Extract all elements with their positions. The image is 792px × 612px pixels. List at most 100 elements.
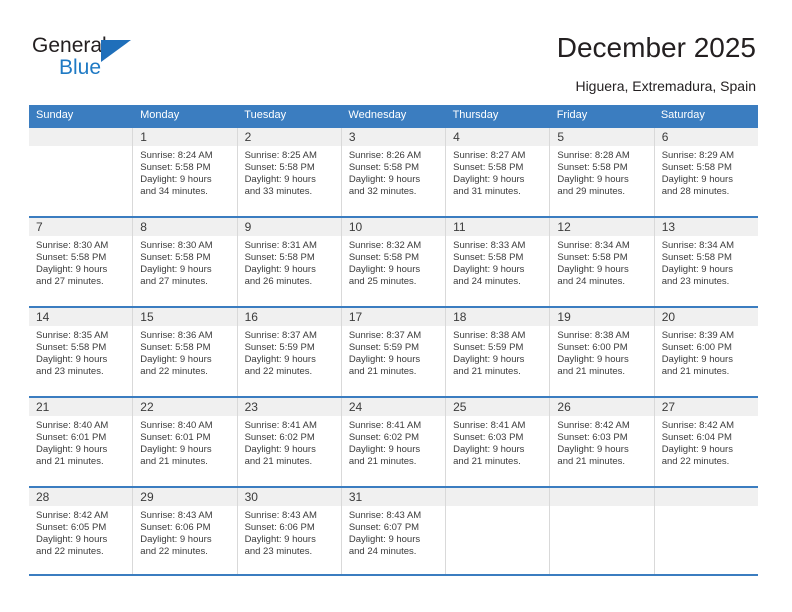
- day-info-line: Daylight: 9 hours: [453, 174, 525, 186]
- calendar-day-cell[interactable]: 1 Sunrise: 8:24 AM Sunset: 5:58 PM Daylight…: [133, 128, 238, 216]
- day-info-line: and 27 minutes.: [140, 276, 208, 288]
- calendar-day-cell[interactable]: 31 Sunrise: 8:43 AM Sunset: 6:07 PM Dayligh…: [341, 488, 447, 574]
- calendar-day-cell[interactable]: 28 Sunrise: 8:42 AM Sunset: 6:05 PM Dayligh…: [29, 488, 134, 574]
- day-number: 21: [29, 398, 133, 416]
- calendar-day-cell[interactable]: 20 Sunrise: 8:39 AM Sunset: 6:00 PM Dayligh…: [654, 308, 758, 396]
- calendar-day-cell[interactable]: 17 Sunrise: 8:37 AM Sunset: 5:59 PM Dayligh…: [341, 308, 447, 396]
- day-info-line: Sunset: 5:58 PM: [140, 162, 211, 174]
- day-number: 15: [133, 308, 237, 326]
- day-info-line: Sunrise: 8:40 AM: [36, 420, 109, 431]
- day-number: 22: [133, 398, 237, 416]
- day-sun-info: Sunrise: 8:37 AM Sunset: 5:59 PM Daylight:…: [342, 326, 445, 378]
- day-number: 16: [237, 308, 341, 326]
- day-info-line: Sunset: 6:03 PM: [557, 432, 628, 444]
- day-info-line: and 21 minutes.: [348, 456, 417, 468]
- day-info-line: and 22 minutes.: [140, 546, 208, 558]
- day-info-line: Sunrise: 8:43 AM: [140, 510, 213, 521]
- calendar-day-cell[interactable]: 10 Sunrise: 8:32 AM Sunset: 5:58 PM Dayligh…: [341, 218, 447, 306]
- day-number: 14: [29, 308, 133, 326]
- day-number: 11: [446, 218, 550, 236]
- calendar-day-cell[interactable]: 26 Sunrise: 8:42 AM Sunset: 6:03 PM Dayligh…: [550, 398, 655, 486]
- day-info-line: Daylight: 9 hours: [453, 264, 525, 276]
- day-info-line: Daylight: 9 hours: [140, 174, 212, 186]
- page-header: General Blue December 2025 Higuera, Extr…: [0, 0, 792, 104]
- day-info-line: Sunset: 5:58 PM: [140, 342, 211, 354]
- calendar-day-cell[interactable]: 29 Sunrise: 8:43 AM Sunset: 6:06 PM Dayligh…: [133, 488, 238, 574]
- calendar-day-cell[interactable]: 16 Sunrise: 8:37 AM Sunset: 5:59 PM Dayligh…: [237, 308, 342, 396]
- day-number: 5: [550, 128, 654, 146]
- day-info-line: Sunset: 6:05 PM: [36, 522, 107, 534]
- calendar-day-cell[interactable]: 2 Sunrise: 8:25 AM Sunset: 5:58 PM Daylight…: [237, 128, 342, 216]
- day-sun-info: Sunrise: 8:26 AM Sunset: 5:58 PM Daylight:…: [342, 146, 445, 198]
- brand-logo[interactable]: General Blue: [32, 33, 222, 91]
- day-info-line: Sunset: 5:58 PM: [557, 162, 628, 174]
- calendar-day-cell[interactable]: 7 Sunrise: 8:30 AM Sunset: 5:58 PM Daylight…: [29, 218, 134, 306]
- day-info-line: Daylight: 9 hours: [140, 354, 212, 366]
- weekday-header-tuesday: Tuesday: [244, 109, 287, 121]
- calendar-day-cell[interactable]: 25 Sunrise: 8:41 AM Sunset: 6:03 PM Dayligh…: [446, 398, 551, 486]
- day-number: 10: [341, 218, 446, 236]
- day-info-line: Sunrise: 8:33 AM: [453, 240, 526, 251]
- calendar-day-cell[interactable]: 5 Sunrise: 8:28 AM Sunset: 5:58 PM Daylight…: [550, 128, 655, 216]
- day-info-line: Sunset: 5:58 PM: [348, 252, 420, 264]
- day-info-line: Sunrise: 8:38 AM: [557, 330, 630, 341]
- day-sun-info: Sunrise: 8:32 AM Sunset: 5:58 PM Daylight:…: [342, 236, 445, 288]
- day-sun-info: Sunrise: 8:41 AM Sunset: 6:03 PM Daylight:…: [446, 416, 549, 468]
- day-info-line: Daylight: 9 hours: [36, 444, 108, 456]
- calendar-day-cell[interactable]: 15 Sunrise: 8:36 AM Sunset: 5:58 PM Dayligh…: [133, 308, 238, 396]
- day-sun-info: Sunrise: 8:27 AM Sunset: 5:58 PM Daylight:…: [446, 146, 549, 198]
- calendar-day-cell[interactable]: 8 Sunrise: 8:30 AM Sunset: 5:58 PM Daylight…: [133, 218, 238, 306]
- day-number: 19: [550, 308, 654, 326]
- calendar-day-cell[interactable]: 13 Sunrise: 8:34 AM Sunset: 5:58 PM Dayligh…: [654, 218, 758, 306]
- day-info-line: and 21 minutes.: [453, 366, 521, 378]
- day-info-line: Sunset: 6:00 PM: [557, 342, 628, 354]
- day-sun-info: Sunrise: 8:39 AM Sunset: 6:00 PM Daylight:…: [655, 326, 758, 378]
- calendar-day-cell[interactable]: 6 Sunrise: 8:29 AM Sunset: 5:58 PM Daylight…: [654, 128, 758, 216]
- day-info-line: Sunrise: 8:37 AM: [244, 330, 317, 341]
- day-info-line: Sunrise: 8:37 AM: [348, 330, 422, 341]
- day-info-line: Sunset: 6:01 PM: [140, 432, 211, 444]
- calendar-day-cell-empty: [446, 488, 551, 574]
- day-info-line: Daylight: 9 hours: [661, 174, 733, 186]
- calendar-day-cell[interactable]: 9 Sunrise: 8:31 AM Sunset: 5:58 PM Daylight…: [237, 218, 342, 306]
- calendar-day-cell[interactable]: 30 Sunrise: 8:43 AM Sunset: 6:06 PM Dayligh…: [237, 488, 342, 574]
- day-info-line: and 21 minutes.: [557, 456, 626, 468]
- day-sun-info: Sunrise: 8:38 AM Sunset: 6:00 PM Daylight:…: [550, 326, 653, 378]
- day-info-line: Sunrise: 8:34 AM: [557, 240, 630, 251]
- day-info-line: Sunrise: 8:26 AM: [348, 150, 422, 161]
- day-info-line: Sunset: 5:59 PM: [348, 342, 420, 354]
- calendar-day-cell[interactable]: 18 Sunrise: 8:38 AM Sunset: 5:59 PM Dayligh…: [446, 308, 551, 396]
- calendar-day-cell[interactable]: 23 Sunrise: 8:41 AM Sunset: 6:02 PM Dayligh…: [237, 398, 342, 486]
- day-number: 17: [341, 308, 446, 326]
- day-info-line: Daylight: 9 hours: [557, 354, 629, 366]
- day-info-line: and 24 minutes.: [348, 546, 417, 558]
- weekday-header-friday: Friday: [556, 109, 588, 121]
- day-info-line: and 22 minutes.: [244, 366, 313, 378]
- day-info-line: and 29 minutes.: [557, 186, 626, 198]
- day-sun-info: Sunrise: 8:40 AM Sunset: 6:01 PM Daylight:…: [133, 416, 236, 468]
- calendar-day-cell[interactable]: 19 Sunrise: 8:38 AM Sunset: 6:00 PM Dayligh…: [550, 308, 655, 396]
- day-info-line: Daylight: 9 hours: [348, 354, 421, 366]
- calendar-week-row: 21 Sunrise: 8:40 AM Sunset: 6:01 PM Dayligh…: [29, 396, 758, 486]
- weekday-header-wednesday: Wednesday: [348, 109, 407, 121]
- day-info-line: Sunset: 5:58 PM: [244, 252, 315, 264]
- day-info-line: Daylight: 9 hours: [244, 174, 316, 186]
- calendar-day-cell[interactable]: 4 Sunrise: 8:27 AM Sunset: 5:58 PM Daylight…: [446, 128, 551, 216]
- calendar-day-cell-empty: [29, 128, 134, 216]
- calendar-day-cell[interactable]: 3 Sunrise: 8:26 AM Sunset: 5:58 PM Daylight…: [341, 128, 447, 216]
- day-info-line: and 31 minutes.: [453, 186, 521, 198]
- day-info-line: Sunset: 6:00 PM: [661, 342, 732, 354]
- calendar-day-cell[interactable]: 24 Sunrise: 8:41 AM Sunset: 6:02 PM Dayligh…: [341, 398, 447, 486]
- calendar-day-cell[interactable]: 21 Sunrise: 8:40 AM Sunset: 6:01 PM Dayligh…: [29, 398, 134, 486]
- calendar-day-cell[interactable]: 27 Sunrise: 8:42 AM Sunset: 6:04 PM Dayligh…: [654, 398, 758, 486]
- day-info-line: Sunrise: 8:38 AM: [453, 330, 526, 341]
- day-info-line: Sunrise: 8:24 AM: [140, 150, 213, 161]
- calendar-day-cell[interactable]: 11 Sunrise: 8:33 AM Sunset: 5:58 PM Dayligh…: [446, 218, 551, 306]
- calendar-day-cell[interactable]: 14 Sunrise: 8:35 AM Sunset: 5:58 PM Dayligh…: [29, 308, 134, 396]
- calendar-day-cell[interactable]: 22 Sunrise: 8:40 AM Sunset: 6:01 PM Dayligh…: [133, 398, 238, 486]
- day-sun-info: Sunrise: 8:28 AM Sunset: 5:58 PM Daylight:…: [550, 146, 653, 198]
- day-info-line: Daylight: 9 hours: [36, 534, 108, 546]
- day-info-line: Daylight: 9 hours: [557, 444, 629, 456]
- day-number: 2: [237, 128, 341, 146]
- calendar-day-cell[interactable]: 12 Sunrise: 8:34 AM Sunset: 5:58 PM Dayligh…: [550, 218, 655, 306]
